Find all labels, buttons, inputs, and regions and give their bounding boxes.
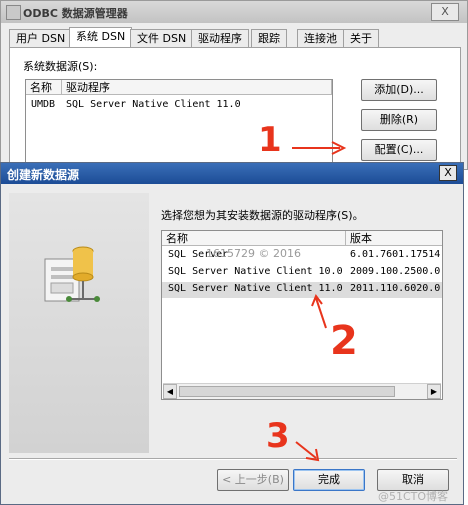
- dialog-close-button[interactable]: X: [439, 165, 457, 181]
- add-button[interactable]: 添加(D)...: [361, 79, 437, 101]
- configure-button[interactable]: 配置(C)...: [361, 139, 437, 161]
- tab-about[interactable]: 关于: [343, 29, 379, 47]
- dialog-title: 创建新数据源: [7, 168, 80, 182]
- data-source-list[interactable]: 名称 驱动程序 UMDB SQL Server Native Client 11…: [25, 79, 333, 165]
- driver-row[interactable]: SQL Server Native Client 10.0 2009.100.2…: [162, 265, 442, 281]
- arrow-to-finish-icon: [295, 441, 320, 462]
- driver-list[interactable]: 名称 版本 SQL Server 6.01.7601.17514 SQL Ser…: [161, 230, 443, 400]
- driver-row-selected[interactable]: SQL Server Native Client 11.0 2011.110.6…: [162, 282, 442, 298]
- list-item[interactable]: UMDB SQL Server Native Client 11.0: [26, 97, 332, 112]
- arrow-to-configure-icon: [292, 141, 347, 155]
- watermark-text: 1615729 © 2016: [206, 247, 301, 260]
- tab-file-dsn[interactable]: 文件 DSN: [130, 29, 194, 47]
- create-data-source-dialog: 创建新数据源 X 选择您想为其安装数据源的驱动程序(S)。 名称 版本 SQL …: [0, 162, 464, 505]
- driver-version: 6.01.7601.17514: [350, 249, 441, 260]
- odbc-admin-window: ODBC 数据源管理器 X 用户 DSN 系统 DSN 文件 DSN 驱动程序 …: [0, 0, 468, 170]
- driver-version: 2011.110.6020.0: [350, 283, 441, 294]
- step-3-marker: 3: [266, 416, 290, 456]
- driver-row[interactable]: SQL Server 6.01.7601.17514: [162, 248, 442, 264]
- scroll-left-arrow-icon[interactable]: ◀: [163, 384, 177, 399]
- window-title: ODBC 数据源管理器: [23, 7, 128, 20]
- database-server-icon: [44, 246, 100, 302]
- title-bar: ODBC 数据源管理器 X: [1, 1, 467, 23]
- driver-version: 2009.100.2500.0: [350, 266, 441, 277]
- app-icon: [6, 5, 21, 20]
- illustration-panel: [9, 193, 149, 453]
- tab-user-dsn[interactable]: 用户 DSN: [9, 29, 73, 47]
- tab-connection-pooling[interactable]: 连接池: [297, 29, 344, 47]
- tab-tracing[interactable]: 跟踪: [251, 29, 287, 47]
- column-header-name[interactable]: 名称: [162, 231, 346, 246]
- divider: [9, 458, 457, 460]
- dsn-driver: SQL Server Native Client 11.0: [66, 99, 241, 110]
- close-button[interactable]: X: [431, 3, 459, 21]
- arrow-to-driver-icon: [311, 293, 327, 329]
- driver-name: SQL Server Native Client 10.0: [168, 266, 343, 277]
- scroll-thumb[interactable]: [179, 386, 395, 397]
- step-1-marker: 1: [258, 120, 282, 160]
- column-header-driver[interactable]: 驱动程序: [62, 80, 332, 95]
- column-header-version[interactable]: 版本: [346, 231, 442, 246]
- tab-system-dsn[interactable]: 系统 DSN: [69, 27, 133, 48]
- driver-prompt: 选择您想为其安装数据源的驱动程序(S)。: [161, 209, 364, 222]
- remove-button[interactable]: 删除(R): [361, 109, 437, 131]
- step-2-marker: 2: [330, 318, 358, 364]
- tab-drivers[interactable]: 驱动程序: [191, 29, 249, 47]
- finish-button[interactable]: 完成: [293, 469, 365, 491]
- page-watermark: @51CTO博客: [378, 490, 449, 503]
- column-header-name[interactable]: 名称: [26, 80, 62, 95]
- dialog-title-bar: 创建新数据源 X: [1, 163, 463, 184]
- dsn-name: UMDB: [31, 99, 56, 110]
- scroll-right-arrow-icon[interactable]: ▶: [427, 384, 441, 399]
- back-button[interactable]: < 上一步(B): [217, 469, 289, 491]
- horizontal-scrollbar[interactable]: ◀ ▶: [163, 383, 441, 399]
- system-dsn-label: 系统数据源(S):: [23, 60, 98, 73]
